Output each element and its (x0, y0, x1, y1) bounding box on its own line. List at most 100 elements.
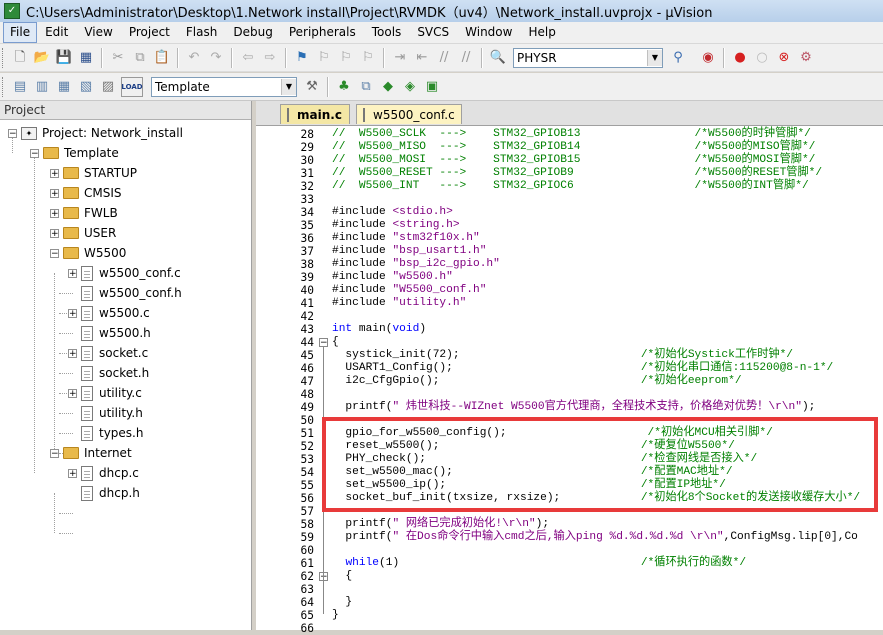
h-file-icon (81, 405, 93, 421)
tree-item-cmsis[interactable]: + CMSIS (50, 183, 122, 203)
redo-icon[interactable]: ↷ (207, 49, 225, 67)
expand-icon[interactable]: + (68, 348, 77, 358)
tree-item-file[interactable]: types.h (81, 423, 143, 443)
code-token: #include (332, 245, 393, 257)
rebuild-icon[interactable]: ▦ (55, 78, 73, 96)
find-in-files-icon[interactable]: 🔍 (489, 49, 507, 67)
uncomment-icon[interactable]: // (457, 49, 475, 67)
code-token: #include (332, 271, 393, 283)
new-file-icon[interactable]: 🗋 (11, 49, 29, 67)
tree-item-file[interactable]: + utility.c (68, 383, 142, 403)
fold-collapse-icon[interactable]: − (319, 338, 328, 348)
target-select[interactable]: Template ▼ (151, 76, 297, 97)
debug-session-icon[interactable]: ◉ (699, 49, 717, 67)
breakpoint-icon[interactable]: ● (731, 49, 749, 67)
build-icon[interactable]: ▥ (33, 78, 51, 96)
expand-icon[interactable]: + (50, 188, 59, 198)
line-number: 66 (300, 622, 314, 635)
tree-item-file[interactable]: + w5500.c (68, 303, 150, 323)
tree-item-file[interactable]: utility.h (81, 403, 143, 423)
select-packs-icon[interactable]: ◈ (401, 78, 419, 96)
menu-view[interactable]: View (76, 23, 120, 42)
tab-main-c[interactable]: main.c (280, 104, 350, 124)
tree-item-w5500[interactable]: − W5500 (50, 243, 126, 263)
clear-bookmarks-icon[interactable]: ⚐ (359, 49, 377, 67)
tab-w5500-conf-c[interactable]: w5500_conf.c (356, 104, 462, 124)
menu-svcs[interactable]: SVCS (409, 23, 457, 42)
tree-item-project[interactable]: − ✦ Project: Network_install (8, 123, 183, 143)
configure-icon[interactable]: ⚙ (797, 49, 815, 67)
tree-item-file[interactable]: w5500.h (81, 323, 151, 343)
kill-breakpoints-icon[interactable]: ⊗ (775, 49, 793, 67)
batch-build-icon[interactable]: ▧ (77, 78, 95, 96)
pack-installer-icon[interactable]: ▣ (423, 78, 441, 96)
insert-bookmark-icon[interactable]: ⚑ (293, 49, 311, 67)
download-icon[interactable]: LOAD (121, 76, 143, 97)
disable-breakpoint-icon[interactable]: ○ (753, 49, 771, 67)
expand-icon[interactable]: + (68, 468, 77, 478)
expand-icon[interactable]: + (68, 388, 77, 398)
manage-project-items-icon[interactable]: ♣ (335, 78, 353, 96)
menu-project[interactable]: Project (121, 23, 178, 42)
incremental-find-icon[interactable]: ⚲ (669, 49, 687, 67)
indent-icon[interactable]: ⇥ (391, 49, 409, 67)
expand-icon[interactable]: + (68, 268, 77, 278)
menu-debug[interactable]: Debug (225, 23, 280, 42)
undo-icon[interactable]: ↶ (185, 49, 203, 67)
expand-icon[interactable]: + (68, 308, 77, 318)
navigate-back-icon[interactable]: ⇦ (239, 49, 257, 67)
folder-open-icon (43, 147, 59, 159)
cut-icon[interactable]: ✂ (109, 49, 127, 67)
collapse-icon[interactable]: − (8, 128, 17, 138)
tree-item-fwlb[interactable]: + FWLB (50, 203, 118, 223)
translate-icon[interactable]: ▤ (11, 78, 29, 96)
tree-item-file[interactable]: socket.h (81, 363, 149, 383)
project-icon: ✦ (21, 126, 37, 140)
tree-item-file[interactable]: + socket.c (68, 343, 148, 363)
manage-multi-project-icon[interactable]: ⧉ (357, 78, 375, 96)
manage-rte-icon[interactable]: ◆ (379, 78, 397, 96)
menu-peripherals[interactable]: Peripherals (281, 23, 364, 42)
comment-icon[interactable]: // (435, 49, 453, 67)
target-options-icon[interactable]: ⚒ (303, 78, 321, 96)
expand-icon[interactable]: + (50, 168, 59, 178)
menu-tools[interactable]: Tools (364, 23, 410, 42)
tree-item-file[interactable]: dhcp.h (81, 483, 140, 503)
expand-icon[interactable]: + (50, 228, 59, 238)
tree-item-template[interactable]: − Template (30, 143, 119, 163)
toolbar-separator (285, 47, 287, 68)
find-combo[interactable]: PHYSR ▼ (513, 47, 663, 68)
next-bookmark-icon[interactable]: ⚐ (337, 49, 355, 67)
tree-item-startup[interactable]: + STARTUP (50, 163, 137, 183)
collapse-icon[interactable]: − (30, 148, 39, 158)
save-icon[interactable]: 💾 (55, 49, 73, 67)
code-token: /*初始化eeprom*/ (640, 375, 742, 387)
chevron-down-icon[interactable]: ▼ (647, 49, 662, 66)
tree-item-internet[interactable]: − Internet (50, 443, 132, 463)
tree-item-file[interactable]: + dhcp.c (68, 463, 139, 483)
collapse-icon[interactable]: − (50, 248, 59, 258)
menu-window[interactable]: Window (457, 23, 520, 42)
menu-help[interactable]: Help (520, 23, 563, 42)
code-area[interactable]: // W5500_SCLK ---> STM32_GPIOB13 /*W5500… (332, 126, 883, 630)
chevron-down-icon[interactable]: ▼ (281, 78, 296, 95)
tree-item-file[interactable]: + w5500_conf.c (68, 263, 181, 283)
open-folder-icon[interactable]: 📂 (33, 49, 51, 67)
unindent-icon[interactable]: ⇤ (413, 49, 431, 67)
navigate-forward-icon[interactable]: ⇨ (261, 49, 279, 67)
paste-icon[interactable]: 📋 (153, 49, 171, 67)
prev-bookmark-icon[interactable]: ⚐ (315, 49, 333, 67)
tree-item-file[interactable]: w5500_conf.h (81, 283, 182, 303)
line-number: 51 (300, 427, 314, 440)
tree-item-user[interactable]: + USER (50, 223, 116, 243)
line-number: 44 (300, 336, 314, 349)
stop-build-icon[interactable]: ▨ (99, 78, 117, 96)
code-line: // W5500_RESET ---> STM32_GPIOB9 /*W5500… (332, 167, 822, 180)
copy-icon[interactable]: ⧉ (131, 49, 149, 67)
menu-file[interactable]: File (3, 22, 38, 43)
collapse-icon[interactable]: − (50, 448, 59, 458)
save-all-icon[interactable]: ▦ (77, 49, 95, 67)
menu-flash[interactable]: Flash (178, 23, 225, 42)
expand-icon[interactable]: + (50, 208, 59, 218)
menu-edit[interactable]: Edit (37, 23, 76, 42)
